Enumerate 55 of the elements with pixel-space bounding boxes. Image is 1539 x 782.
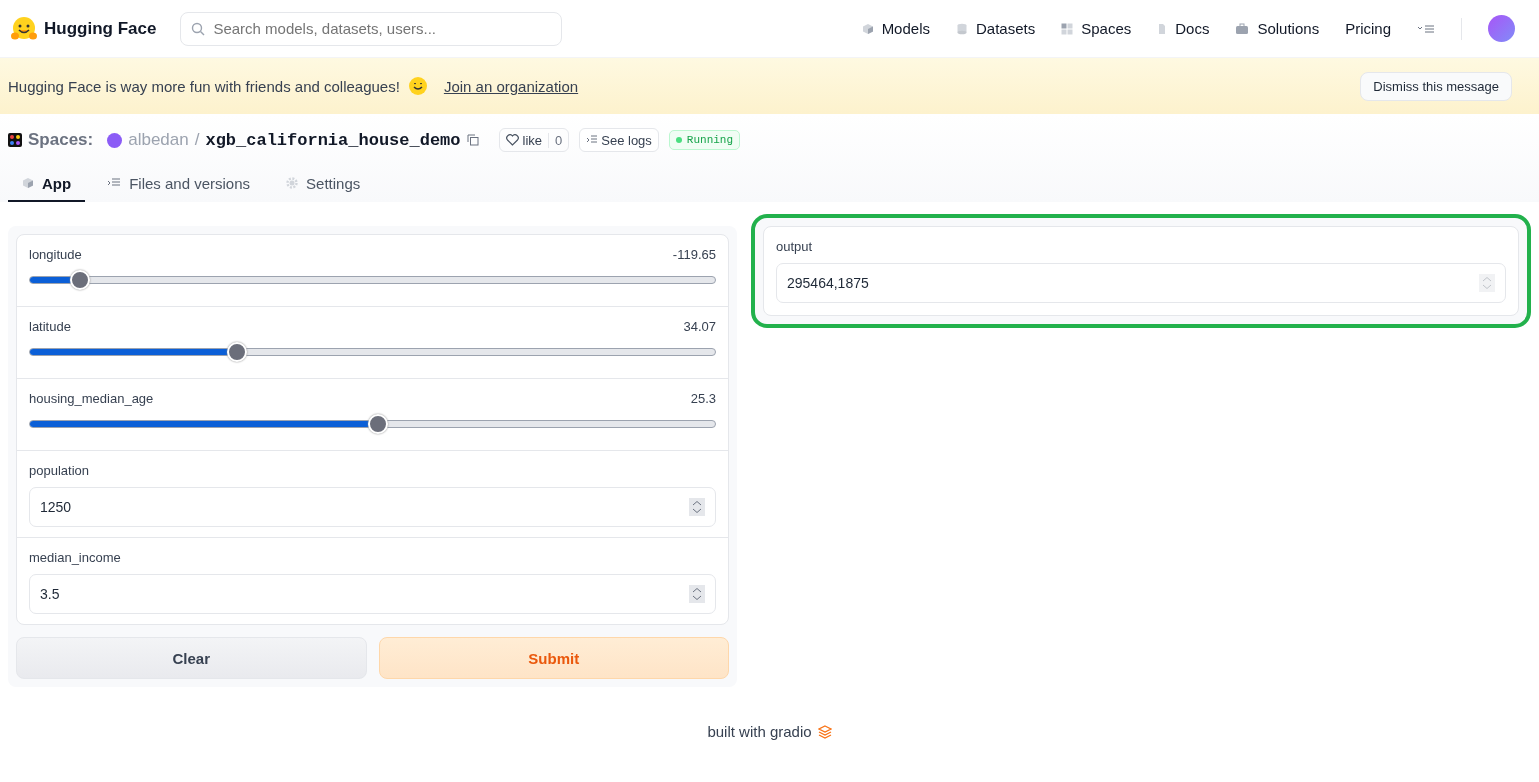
settings-icon — [286, 177, 299, 189]
output-field[interactable]: 295464,1875 — [776, 263, 1506, 303]
spaces-label: Spaces: — [28, 130, 94, 150]
field-label: median_income — [29, 550, 122, 565]
spinner-icon[interactable] — [689, 585, 705, 603]
cube-icon — [861, 22, 874, 35]
tab[interactable]: Files and versions — [93, 166, 265, 202]
space-name-link[interactable]: xgb_california_house_demo — [205, 130, 461, 150]
like-count: 0 — [554, 132, 564, 148]
document-icon — [1157, 22, 1168, 35]
status-badge: Running — [668, 130, 741, 150]
field-label: housing_median_age — [29, 391, 154, 406]
field-label: longitude — [29, 247, 82, 262]
search-field[interactable]: Search models, datasets, users... — [180, 11, 563, 46]
gradio-logo-icon — [817, 724, 832, 739]
banner-message: Hugging Face is way more fun with friends and colleagues! — [8, 77, 400, 95]
spinner-icon[interactable] — [689, 498, 705, 516]
tab[interactable]: Settings — [272, 166, 375, 202]
owner-avatar-icon — [107, 132, 123, 148]
like-button[interactable]: like 0 — [498, 128, 570, 152]
number-input[interactable]: 1250 — [29, 487, 716, 527]
nav-link[interactable]: Models — [861, 20, 930, 37]
field-label: output — [776, 239, 814, 254]
nav-link[interactable]: Solutions — [1235, 20, 1320, 37]
field-label: population — [29, 463, 90, 478]
dismiss-button[interactable]: Dismiss this message — [1360, 71, 1512, 101]
logs-icon — [586, 135, 599, 145]
avatar-icon[interactable] — [1488, 15, 1515, 42]
slider-value: -119.65 — [672, 247, 716, 262]
tab[interactable]: App — [8, 166, 86, 202]
spinner-icon — [1479, 274, 1495, 292]
copy-icon[interactable] — [466, 134, 479, 146]
slider-value: 25.3 — [690, 391, 716, 406]
file-list-icon — [107, 178, 122, 188]
path-separator: / — [194, 130, 200, 150]
nav-link[interactable]: Pricing — [1345, 20, 1391, 37]
join-organization-link[interactable]: Join an organization — [443, 77, 579, 95]
hugging-face-emoji-icon — [407, 76, 428, 96]
slider-value: 34.07 — [683, 319, 716, 334]
footer-text[interactable]: built with gradio — [707, 723, 812, 740]
cube-icon — [22, 177, 34, 189]
briefcase-icon — [1235, 22, 1250, 35]
grid-icon — [1061, 22, 1074, 35]
database-icon — [956, 22, 968, 35]
hugging-face-logo-icon[interactable] — [10, 15, 38, 42]
brand-name[interactable]: Hugging Face — [44, 18, 157, 39]
clear-button[interactable]: Clear — [16, 637, 367, 679]
number-input[interactable]: 3.5 — [29, 574, 716, 614]
see-logs-button[interactable]: See logs — [579, 128, 659, 152]
field-label: latitude — [29, 319, 71, 334]
nav-link[interactable]: Spaces — [1061, 20, 1132, 37]
spaces-icon — [8, 133, 22, 147]
nav-link[interactable]: Docs — [1157, 20, 1210, 37]
nav-link[interactable]: Datasets — [956, 20, 1036, 37]
heart-icon — [505, 134, 519, 146]
